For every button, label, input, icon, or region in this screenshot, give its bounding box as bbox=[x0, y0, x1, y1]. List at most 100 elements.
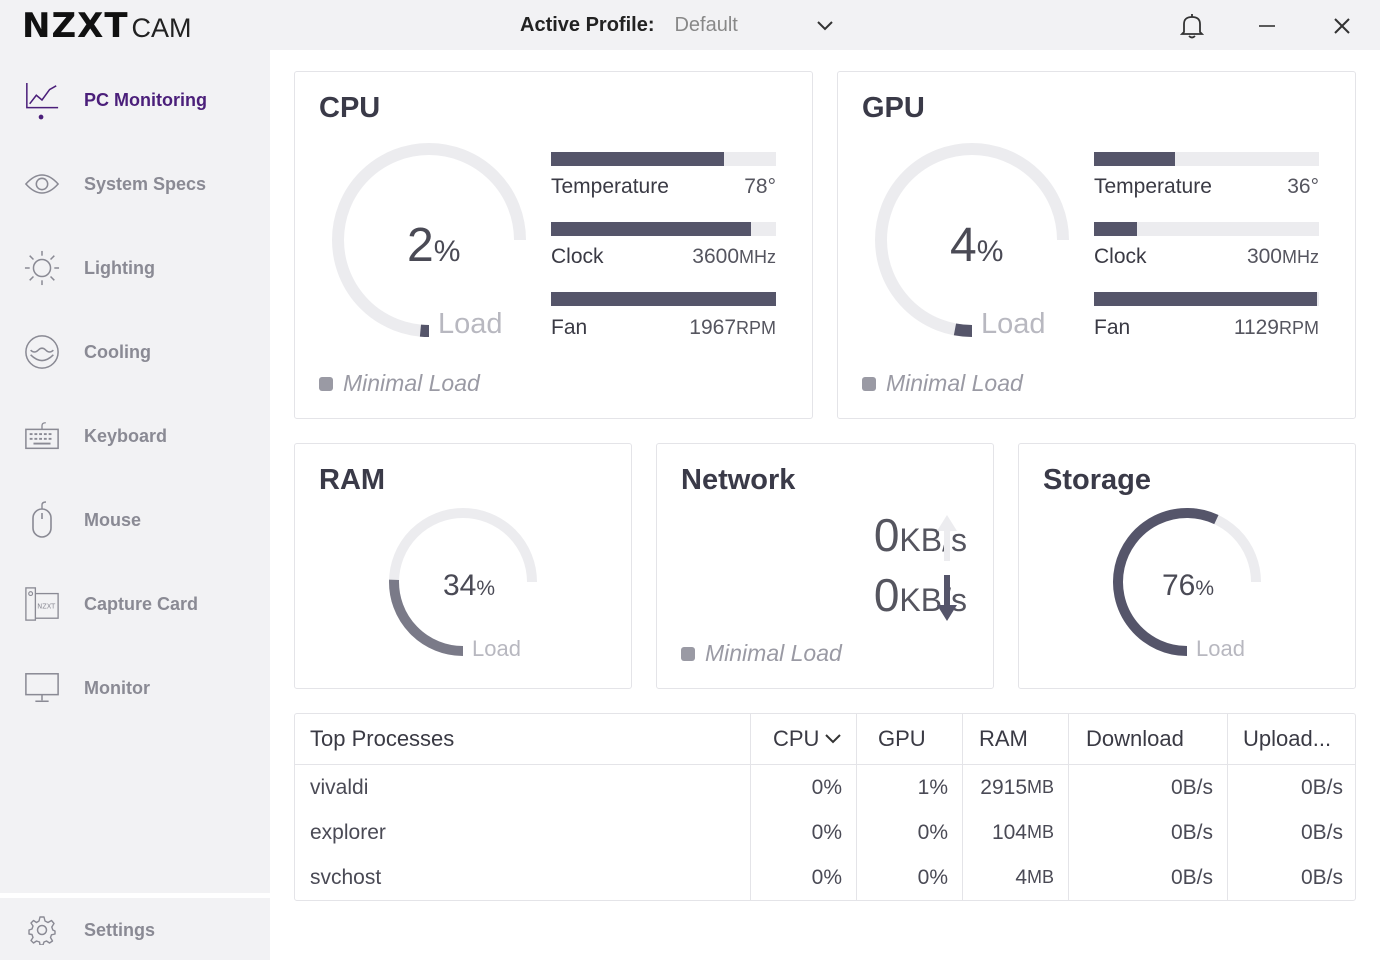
sidebar-item-pc-monitoring[interactable]: PC Monitoring bbox=[0, 70, 270, 130]
arrow-up-icon bbox=[937, 515, 957, 561]
sidebar-item-capture-card[interactable]: NZXT Capture Card bbox=[0, 574, 270, 634]
sidebar-item-label: Capture Card bbox=[84, 593, 199, 614]
cpu-fan-unit: RPM bbox=[736, 318, 776, 338]
process-cpu: 0% bbox=[811, 865, 842, 889]
gpu-clock-fill bbox=[1094, 222, 1137, 236]
storage-usage-unit: % bbox=[1195, 577, 1215, 600]
cpu-status-text: Minimal Load bbox=[343, 370, 480, 396]
sidebar-item-cooling[interactable]: Cooling bbox=[0, 322, 270, 382]
gpu-clock-number: 300 bbox=[1246, 245, 1282, 268]
cpu-clock-fill bbox=[551, 222, 752, 236]
profile-value: Default bbox=[674, 14, 738, 36]
cpu-clock-unit: MHz bbox=[739, 247, 776, 267]
process-ram-number: 104 bbox=[991, 820, 1027, 844]
ram-card: RAM 34% Load bbox=[294, 443, 632, 689]
logo-cam: CAM bbox=[131, 13, 192, 43]
network-card: Network 0KB/s 0KB/s Minimal Load bbox=[656, 443, 994, 689]
sidebar: PC Monitoring System Specs Lighting Cool… bbox=[0, 50, 270, 960]
storage-usage-number: 76 bbox=[1162, 569, 1196, 602]
process-ram-number: 4 bbox=[1015, 865, 1027, 889]
water-bowl-icon bbox=[24, 334, 60, 370]
gpu-clock-value: 300MHz bbox=[1199, 245, 1319, 269]
svg-text:NZXT: NZXT bbox=[37, 603, 56, 611]
gpu-status-text: Minimal Load bbox=[886, 370, 1023, 396]
header-cpu-sort[interactable]: CPU bbox=[773, 714, 842, 764]
header-top-processes: Top Processes bbox=[310, 714, 454, 764]
notifications-button[interactable] bbox=[1172, 8, 1212, 44]
cpu-load-label: Load bbox=[438, 308, 503, 340]
cpu-temperature-value: 78° bbox=[744, 175, 776, 198]
cpu-clock-value: 3600MHz bbox=[656, 245, 776, 269]
process-name: vivaldi bbox=[310, 775, 369, 799]
sidebar-item-keyboard[interactable]: Keyboard bbox=[0, 406, 270, 466]
cpu-clock-label: Clock bbox=[551, 245, 604, 268]
network-status-text: Minimal Load bbox=[705, 640, 842, 666]
cpu-load-number: 2 bbox=[407, 219, 434, 272]
sidebar-item-system-specs[interactable]: System Specs bbox=[0, 154, 270, 214]
profile-label: Active Profile: bbox=[520, 14, 655, 36]
sidebar-divider bbox=[0, 893, 270, 898]
profile-dropdown[interactable]: Default bbox=[674, 14, 834, 37]
cpu-temperature-label: Temperature bbox=[551, 175, 669, 198]
cpu-card: CPU 2% Load Temperature 78° Clock 3600MH… bbox=[294, 71, 813, 419]
ram-title: RAM bbox=[319, 464, 386, 496]
gpu-load-number: 4 bbox=[950, 219, 977, 272]
ram-usage-unit: % bbox=[476, 577, 496, 600]
gpu-clock-bar bbox=[1094, 222, 1319, 236]
sidebar-item-monitor[interactable]: Monitor bbox=[0, 658, 270, 718]
table-row[interactable]: svchost 0% 0% 4 MB 0B/s 0B/s bbox=[295, 855, 1355, 900]
sidebar-item-mouse[interactable]: Mouse bbox=[0, 490, 270, 550]
sun-icon bbox=[24, 250, 60, 286]
header-upload[interactable]: Upload... bbox=[1243, 714, 1331, 764]
chart-line-icon bbox=[24, 82, 60, 120]
process-ram-unit: MB bbox=[1027, 777, 1054, 797]
mouse-icon bbox=[24, 501, 60, 538]
header-label: CPU bbox=[773, 726, 820, 751]
header-download[interactable]: Download bbox=[1086, 714, 1184, 764]
gpu-fan-bar bbox=[1094, 292, 1319, 306]
process-cpu: 0% bbox=[811, 820, 842, 844]
sidebar-item-label: Settings bbox=[84, 919, 156, 940]
capture-card-icon: NZXT bbox=[24, 586, 60, 622]
sidebar-item-label: Mouse bbox=[84, 509, 142, 530]
minimize-button[interactable] bbox=[1247, 8, 1287, 44]
network-title: Network bbox=[681, 464, 796, 496]
sidebar-item-label: System Specs bbox=[84, 173, 207, 194]
network-download-number: 0 bbox=[873, 569, 900, 621]
gpu-fan-fill bbox=[1094, 292, 1317, 306]
chevron-down-icon bbox=[825, 734, 842, 744]
cpu-fan-bar bbox=[551, 292, 776, 306]
header-ram[interactable]: RAM bbox=[979, 714, 1028, 764]
gpu-temperature-label: Temperature bbox=[1094, 175, 1212, 198]
table-row[interactable]: vivaldi 0% 1% 2915 MB 0B/s 0B/s bbox=[295, 765, 1355, 810]
cpu-temperature-bar bbox=[551, 152, 776, 166]
gpu-load-unit: % bbox=[976, 235, 1004, 268]
process-upload: 0B/s bbox=[1300, 775, 1343, 799]
logo-nzxt: NZXT bbox=[22, 6, 129, 46]
sidebar-item-lighting[interactable]: Lighting bbox=[0, 238, 270, 298]
chevron-down-icon bbox=[817, 20, 834, 30]
sidebar-item-label: PC Monitoring bbox=[84, 89, 207, 110]
header-gpu[interactable]: GPU bbox=[878, 714, 926, 764]
gpu-card: GPU 4% Load Temperature 36° Clock 300MHz… bbox=[837, 71, 1356, 419]
status-indicator bbox=[681, 646, 695, 661]
process-gpu: 0% bbox=[917, 865, 948, 889]
title-bar: NZXT CAM Active Profile: Default bbox=[0, 0, 1380, 50]
gpu-temperature-fill bbox=[1094, 152, 1175, 166]
cpu-load-unit: % bbox=[433, 235, 461, 268]
process-gpu: 1% bbox=[917, 775, 948, 799]
sidebar-item-label: Keyboard bbox=[84, 425, 168, 446]
process-upload: 0B/s bbox=[1300, 820, 1343, 844]
ram-usage-value: 34% bbox=[443, 569, 495, 603]
header-label: Download bbox=[1086, 726, 1184, 751]
table-row[interactable]: explorer 0% 0% 104 MB 0B/s 0B/s bbox=[295, 810, 1355, 855]
process-download: 0B/s bbox=[1170, 865, 1213, 889]
header-label: Upload... bbox=[1243, 726, 1332, 751]
ram-usage-number: 34 bbox=[443, 569, 477, 602]
nzxt-cam-logo: NZXT CAM bbox=[22, 8, 192, 44]
close-button[interactable] bbox=[1322, 8, 1362, 44]
sidebar-item-settings[interactable]: Settings bbox=[0, 900, 270, 960]
cpu-temperature-fill bbox=[551, 152, 725, 166]
sidebar-item-label: Monitor bbox=[84, 677, 150, 698]
gpu-clock-label: Clock bbox=[1094, 245, 1147, 268]
